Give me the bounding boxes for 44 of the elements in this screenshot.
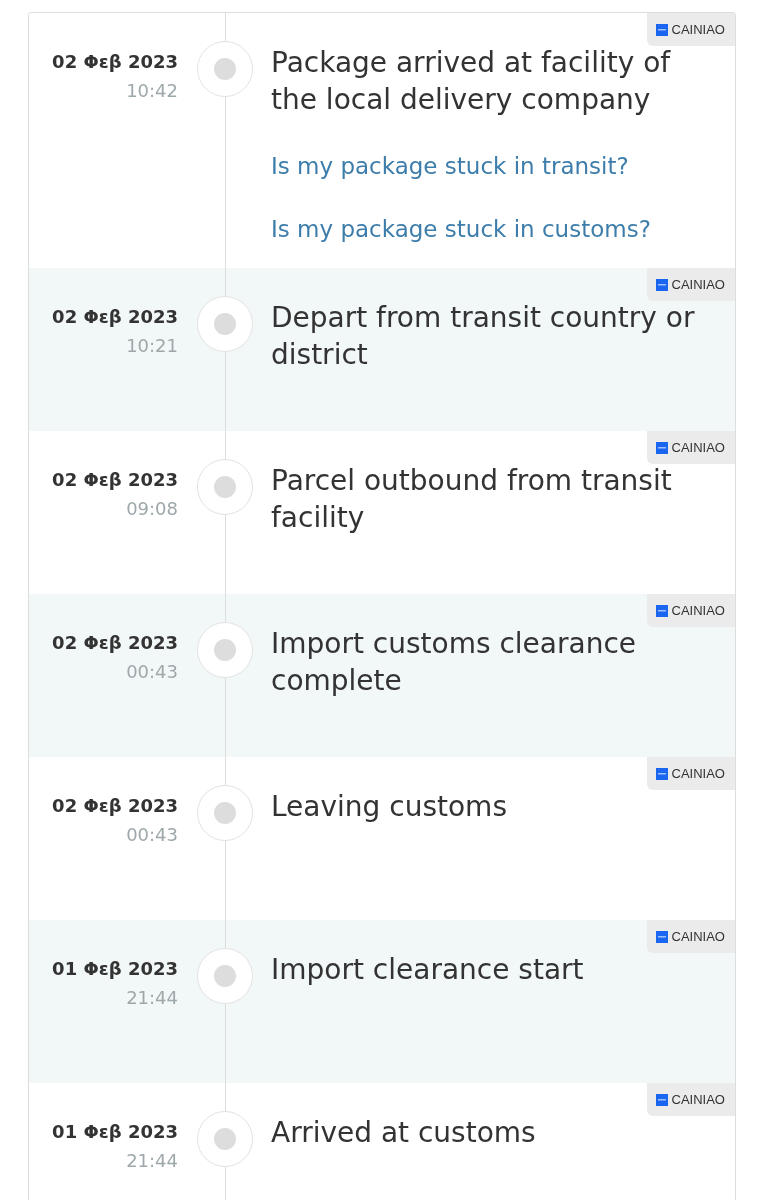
event-date: 02 Φεβ 2023 [51, 631, 178, 655]
event-date: 02 Φεβ 2023 [51, 468, 178, 492]
timeline-dot-icon [197, 41, 253, 97]
event-time: 00:43 [125, 823, 178, 847]
logo-icon [655, 767, 668, 780]
carrier-name: CAINIAO [671, 929, 725, 944]
timeline-dot-icon [197, 622, 253, 678]
help-link[interactable]: Is my package stuck in transit? [271, 151, 629, 181]
event-date: 01 Φεβ 2023 [51, 1120, 178, 1144]
carrier-name: CAINIAO [671, 766, 725, 781]
carrier-name: CAINIAO [671, 1092, 725, 1107]
carrier-name: CAINIAO [671, 277, 725, 292]
event-time: 10:42 [125, 79, 178, 103]
timeline-dot-icon [197, 785, 253, 841]
event-title: Package arrived at facility of the local delivery company [271, 45, 672, 118]
event-title: Parcel outbound from transit facility [271, 463, 673, 536]
event-title: Arrived at customs [271, 1115, 536, 1151]
logo-icon [655, 441, 668, 454]
event-date: 02 Φεβ 2023 [51, 305, 178, 329]
event-title: Leaving customs [271, 789, 507, 825]
carrier-name: CAINIAO [671, 603, 725, 618]
logo-icon [655, 604, 668, 617]
timeline-dot-icon [197, 296, 253, 352]
event-title: Depart from transit country or district [271, 300, 696, 373]
event-title: Import clearance start [271, 952, 584, 988]
event-title: Import customs clearance complete [271, 626, 638, 699]
logo-icon [655, 930, 668, 943]
event-date: 01 Φεβ 2023 [51, 957, 178, 981]
event-time: 10:21 [125, 334, 178, 358]
help-link[interactable]: Is my package stuck in customs? [271, 214, 651, 244]
carrier-name: CAINIAO [671, 440, 725, 455]
timeline-dot-icon [197, 459, 253, 515]
event-date: 02 Φεβ 2023 [51, 794, 178, 818]
event-time: 09:08 [125, 497, 178, 521]
logo-icon [655, 1093, 668, 1106]
event-time: 21:44 [125, 986, 178, 1010]
timeline-dot-icon [197, 1111, 253, 1167]
event-date: 02 Φεβ 2023 [51, 50, 178, 74]
logo-icon [655, 23, 668, 36]
logo-icon [655, 278, 668, 291]
carrier-name: CAINIAO [671, 22, 725, 37]
event-time: 21:44 [125, 1149, 178, 1173]
event-time: 00:43 [125, 660, 178, 684]
timeline-dot-icon [197, 948, 253, 1004]
